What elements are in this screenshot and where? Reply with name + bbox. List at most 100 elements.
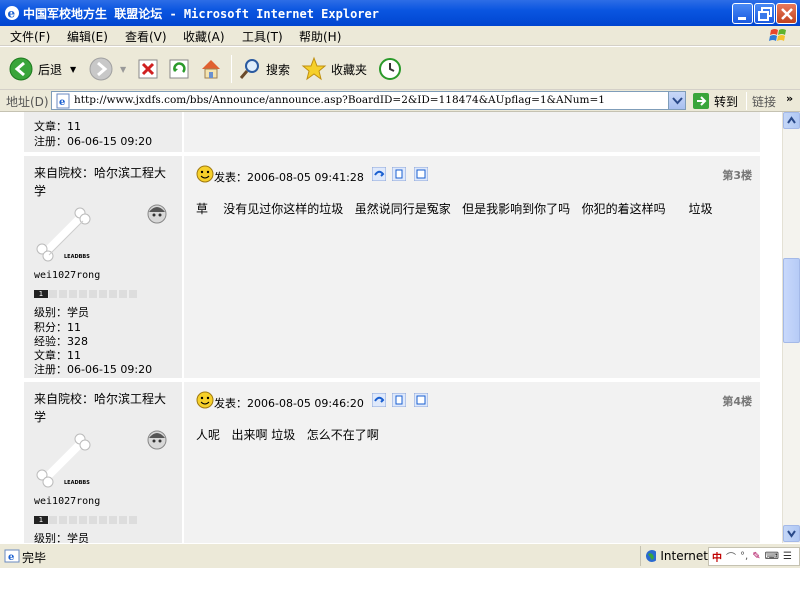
favorites-button[interactable]: 收藏夹: [301, 54, 367, 84]
post-username[interactable]: wei1027rong: [34, 270, 100, 281]
minimize-icon: [738, 17, 746, 20]
security-zone-label: Internet: [660, 549, 708, 563]
restore-button[interactable]: [754, 3, 775, 24]
status-text: 完毕: [22, 551, 47, 565]
quote-icon[interactable]: [392, 393, 406, 407]
menu-bar: 文件(F) 编辑(E) 查看(V) 收藏(A) 工具(T) 帮助(H): [0, 26, 800, 46]
reply-icon[interactable]: [372, 167, 386, 181]
go-arrow-icon: [693, 93, 709, 109]
ime-shape-icon[interactable]: ⌒: [726, 549, 736, 564]
post-fragment: 文章：11 注册：06-06-15 09:20: [24, 112, 760, 152]
post-location: 来自院校：哈尔滨工程大学: [34, 166, 167, 198]
page-icon: e: [56, 93, 70, 109]
post-username[interactable]: wei1027rong: [34, 496, 100, 507]
post-level: 级别：学员: [34, 532, 89, 543]
scroll-up-button[interactable]: [783, 112, 800, 129]
menu-favorites[interactable]: 收藏(A): [183, 28, 225, 45]
back-label: 后退: [38, 62, 63, 77]
history-button[interactable]: [377, 54, 403, 84]
stop-button[interactable]: [137, 54, 159, 84]
smiley-icon: [196, 391, 214, 409]
go-button[interactable]: 转到: [692, 92, 738, 110]
online-status-icon[interactable]: [146, 202, 168, 224]
globe-icon: [646, 550, 657, 562]
back-button[interactable]: 后退 ▼: [8, 54, 76, 84]
forward-dropdown-icon[interactable]: ▼: [120, 65, 126, 74]
forward-arrow-icon: [89, 57, 113, 81]
chevron-up-icon: [787, 116, 796, 124]
forward-button[interactable]: ▼: [88, 54, 126, 84]
post-floor: 第4楼: [722, 395, 752, 408]
close-button[interactable]: [776, 3, 797, 24]
menu-edit[interactable]: 编辑(E): [67, 28, 108, 45]
back-arrow-icon: [9, 57, 33, 81]
level-badge: 1: [34, 290, 48, 298]
post-body-area: 发表：2006-08-05 09:41:28 第3楼 草 没有见过你这样的垃圾 …: [184, 156, 760, 378]
post-location: 来自院校：哈尔滨工程大学: [34, 392, 167, 424]
post-body-area: [184, 112, 760, 152]
menu-help[interactable]: 帮助(H): [299, 28, 341, 45]
vertical-scrollbar[interactable]: [782, 112, 800, 543]
ime-menu-icon[interactable]: ☰: [783, 551, 792, 562]
smiley-icon: [196, 165, 214, 183]
ime-toolbar[interactable]: 中 ⌒ °, ✎ ⌨ ☰: [708, 547, 800, 566]
star-icon: [301, 56, 327, 81]
search-icon: [239, 59, 259, 79]
online-status-icon[interactable]: [146, 428, 168, 450]
level-bar: 1: [34, 516, 137, 524]
title-bar: e 中国军校地方生 联盟论坛 - Microsoft Internet Expl…: [0, 0, 800, 26]
desktop-strip: [0, 568, 800, 600]
chevron-down-icon: [787, 530, 796, 538]
toolbar-separator: [231, 55, 232, 83]
menu-view[interactable]: 查看(V): [125, 28, 167, 45]
windows-logo-icon: [769, 29, 786, 41]
menu-file[interactable]: 文件(F): [10, 28, 50, 45]
menu-tools[interactable]: 工具(T): [242, 28, 283, 45]
home-button[interactable]: [199, 54, 223, 84]
go-label: 转到: [714, 94, 739, 109]
links-chevron-icon[interactable]: »: [786, 92, 793, 105]
history-icon: [379, 58, 401, 80]
restore-icon: [758, 7, 772, 21]
post-floor-3: 来自院校：哈尔滨工程大学 LEADBBS wei1027rong 1 级别：学员…: [24, 156, 760, 378]
minimize-button[interactable]: [732, 3, 753, 24]
post-registered: 注册：06-06-15 09:20: [34, 363, 153, 376]
post-sidebar: 来自院校：哈尔滨工程大学 LEADBBS wei1027rong 1 级别：学员: [24, 382, 182, 543]
avatar-logo-text: LEADBBS: [64, 480, 90, 486]
address-input[interactable]: e http://www.jxdfs.com/bbs/Announce/anno…: [51, 91, 686, 110]
ime-keyboard-icon[interactable]: ⌨: [765, 551, 779, 562]
post-time: 发表：2006-08-05 09:46:20: [214, 397, 364, 410]
links-separator: [746, 92, 747, 110]
search-button[interactable]: 搜索: [238, 54, 290, 84]
ie-logo-icon: e: [5, 6, 19, 21]
svg-text:e: e: [8, 7, 16, 21]
security-zone: Internet: [640, 546, 708, 566]
post-sidebar: 来自院校：哈尔滨工程大学 LEADBBS wei1027rong 1 级别：学员…: [24, 156, 182, 378]
edit-icon[interactable]: [414, 393, 428, 407]
scroll-thumb[interactable]: [783, 258, 800, 343]
post-articles: 文章：11: [34, 120, 81, 133]
back-dropdown-icon[interactable]: ▼: [70, 65, 76, 74]
avatar-logo-text: LEADBBS: [64, 254, 90, 260]
refresh-icon: [169, 59, 189, 79]
reply-icon[interactable]: [372, 393, 386, 407]
edit-icon[interactable]: [414, 167, 428, 181]
ime-punctuation-icon[interactable]: °,: [740, 551, 748, 562]
ime-chinese-icon[interactable]: 中: [712, 549, 722, 564]
post-registered: 注册：06-06-15 09:20: [34, 135, 153, 148]
address-dropdown-button[interactable]: [668, 92, 685, 109]
page-done-icon: e: [4, 549, 20, 563]
ime-pen-icon[interactable]: ✎: [752, 551, 760, 562]
toolbar: 后退 ▼ ▼ 搜索 收藏夹: [0, 47, 800, 90]
window-title: 中国军校地方生 联盟论坛 - Microsoft Internet Explor…: [23, 7, 379, 21]
svg-text:e: e: [8, 552, 14, 563]
links-label[interactable]: 链接: [752, 93, 776, 110]
post-content: 草 没有见过你这样的垃圾 虽然说同行是冤家 但是我影响到你了吗 你犯的着这样吗 …: [196, 202, 713, 216]
refresh-button[interactable]: [168, 54, 190, 84]
post-body-area: 发表：2006-08-05 09:46:20 第4楼 人呢 出来啊 垃圾 怎么不…: [184, 382, 760, 543]
address-bar: 地址(D) e http://www.jxdfs.com/bbs/Announc…: [0, 90, 800, 112]
home-icon: [202, 60, 220, 79]
quote-icon[interactable]: [392, 167, 406, 181]
post-floor: 第3楼: [722, 169, 752, 182]
scroll-down-button[interactable]: [783, 525, 800, 542]
